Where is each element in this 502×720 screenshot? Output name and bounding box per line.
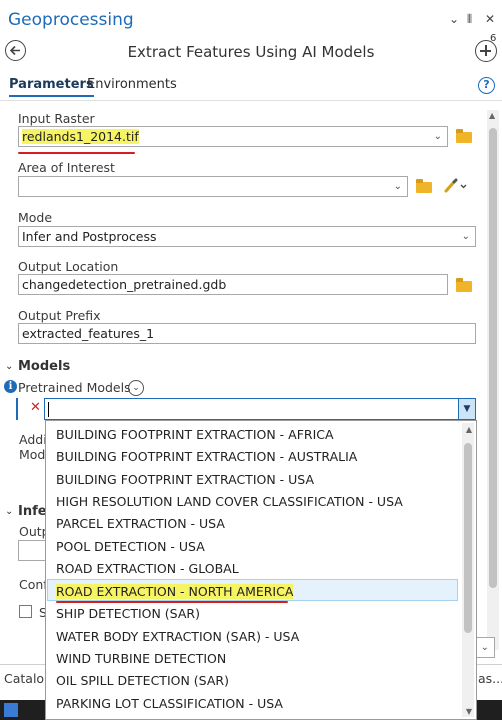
pin-icon[interactable]: ⫴ [467, 12, 472, 27]
output-prefix-field[interactable]: extracted_features_1 [18, 323, 476, 344]
confidence-label-fragment: Conf [19, 577, 48, 592]
dropdown-item[interactable]: WATER BODY EXTRACTION (SAR) - USA [56, 629, 299, 644]
scroll-up-icon[interactable]: ▲ [466, 425, 472, 434]
tool-title: Extract Features Using AI Models [127, 43, 375, 61]
input-raster-field[interactable]: redlands1_2014.tif ⌄ [18, 126, 448, 147]
input-raster-label: Input Raster [18, 111, 95, 126]
tab-divider [0, 100, 502, 101]
help-icon[interactable]: ? [478, 77, 495, 94]
chevron-down-icon[interactable]: ⌄ [394, 177, 402, 196]
scroll-down-icon[interactable]: ▼ [466, 707, 472, 716]
pretrained-models-dropdown-list[interactable]: BUILDING FOOTPRINT EXTRACTION - AFRICA B… [45, 420, 477, 720]
area-of-interest-field[interactable]: ⌄ [18, 176, 408, 197]
chevron-down-icon[interactable]: ⌄ [462, 227, 470, 246]
output-prefix-value: extracted_features_1 [22, 326, 155, 341]
mode-label: Mode [18, 210, 53, 225]
dropdown-item[interactable]: SHIP DETECTION (SAR) [56, 606, 200, 621]
close-icon[interactable]: ✕ [485, 12, 495, 26]
models-section-header[interactable]: Models [18, 359, 70, 374]
chevron-down-icon[interactable]: ⌄ [481, 638, 489, 657]
collapse-chevron-icon[interactable]: ⌄ [5, 361, 13, 372]
pretrained-models-combo[interactable]: ▼ [44, 398, 476, 420]
addi-label-fragment: Addi [19, 432, 47, 447]
scroll-up-icon[interactable]: ▲ [489, 111, 495, 120]
tab-environments[interactable]: Environments [87, 77, 177, 92]
output-location-value: changedetection_pretrained.gdb [22, 277, 227, 292]
folder-icon[interactable] [456, 278, 472, 292]
dropdown-item[interactable]: POOL DETECTION - USA [56, 539, 205, 554]
chevron-down-icon[interactable]: ⌄ [434, 127, 442, 146]
dropdown-item[interactable]: WIND TURBINE DETECTION [56, 651, 226, 666]
input-raster-value: redlands1_2014.tif [22, 129, 139, 144]
collapse-chevron-icon[interactable]: ⌄ [5, 506, 13, 517]
sketch-pencil-icon[interactable] [443, 178, 467, 194]
dropdown-item[interactable]: OIL SPILL DETECTION (SAR) [56, 673, 229, 688]
folder-icon[interactable] [456, 129, 472, 143]
pretrained-models-label: Pretrained Models [18, 380, 131, 395]
text-caret [48, 402, 49, 417]
pane-scrollbar-thumb[interactable] [489, 128, 497, 588]
output-prefix-label: Output Prefix [18, 308, 101, 323]
app-icon[interactable] [4, 703, 18, 717]
dropdown-item[interactable]: BUILDING FOOTPRINT EXTRACTION - AUSTRALI… [56, 449, 357, 464]
dropdown-item[interactable]: BUILDING FOOTPRINT EXTRACTION - AFRICA [56, 427, 334, 442]
expand-chevron-icon[interactable]: ⌄ [128, 380, 144, 396]
annotation-underline [18, 152, 135, 154]
area-of-interest-label: Area of Interest [18, 160, 115, 175]
overflow-fragment[interactable]: as... [478, 671, 502, 686]
remove-x-icon[interactable]: ✕ [30, 400, 41, 415]
output-location-label: Output Location [18, 259, 119, 274]
dropdown-item[interactable]: HIGH RESOLUTION LAND COVER CLASSIFICATIO… [56, 494, 403, 509]
annotation-underline [56, 601, 288, 603]
info-icon[interactable]: i [4, 380, 17, 393]
dropdown-item[interactable]: PARCEL EXTRACTION - USA [56, 516, 225, 531]
active-row-indicator [16, 398, 18, 420]
catalog-tab-fragment[interactable]: Catalo [4, 671, 44, 686]
dropdown-item[interactable]: ROAD EXTRACTION - GLOBAL [56, 561, 239, 576]
folder-icon[interactable] [416, 179, 432, 193]
add-count-badge: 6 [490, 33, 497, 44]
inference-section-fragment[interactable]: Infe [18, 504, 47, 519]
mod-label-fragment: Mod [19, 447, 46, 462]
tab-parameters[interactable]: Parameters [9, 77, 94, 97]
dropdown-item[interactable]: BUILDING FOOTPRINT EXTRACTION - USA [56, 472, 314, 487]
pane-menu-chevron-icon[interactable]: ⌄ [449, 12, 459, 26]
dropdown-item[interactable]: PARKING LOT CLASSIFICATION - USA [56, 696, 283, 711]
dropdown-item-selected[interactable]: ROAD EXTRACTION - NORTH AMERICA [56, 584, 294, 599]
mode-dropdown[interactable]: Infer and Postprocess ⌄ [18, 226, 476, 247]
pane-title: Geoprocessing [8, 10, 134, 30]
dropdown-scrollbar-thumb[interactable] [464, 443, 472, 633]
checkbox[interactable] [19, 605, 32, 618]
chevron-down-icon[interactable]: ▼ [458, 399, 475, 419]
mode-value: Infer and Postprocess [22, 229, 157, 244]
output-location-field[interactable]: changedetection_pretrained.gdb [18, 274, 448, 295]
